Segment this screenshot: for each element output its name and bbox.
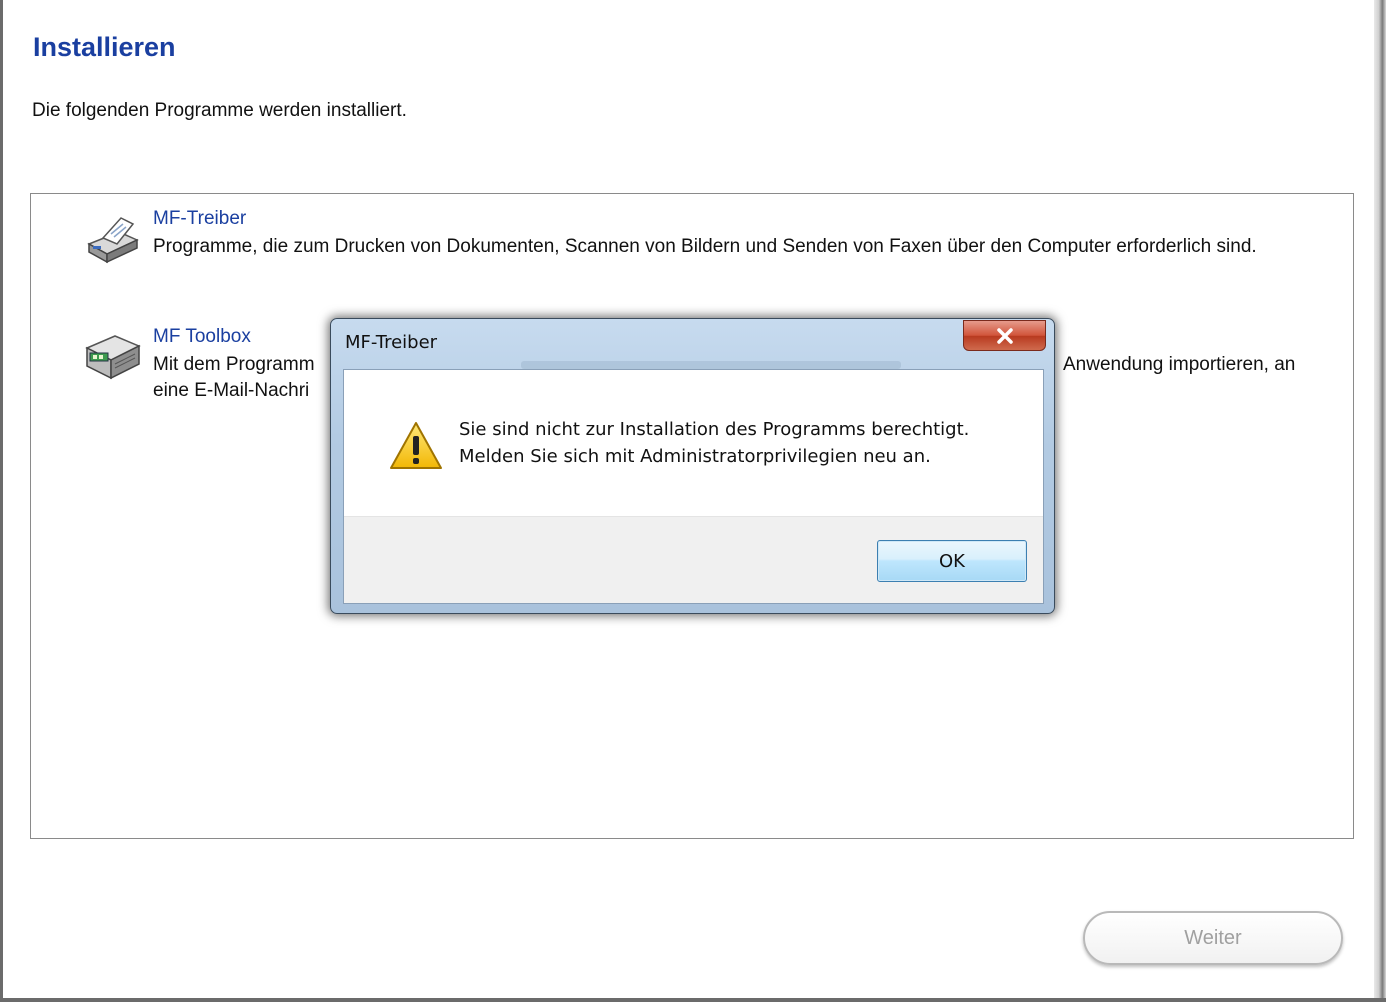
intro-text: Die folgenden Programme werden installie… (32, 100, 407, 121)
next-button[interactable]: Weiter (1083, 911, 1343, 965)
close-icon (996, 327, 1013, 344)
program-name: MF-Treiber (153, 208, 247, 229)
fax-scanner-icon (85, 335, 141, 380)
ok-button[interactable]: OK (877, 540, 1027, 582)
error-dialog: MF-Treiber Sie sind nicht zur Installati… (330, 318, 1055, 614)
window-frame-left (0, 0, 3, 1002)
dialog-title: MF-Treiber (345, 332, 438, 353)
printer-icon (87, 217, 139, 264)
dialog-content: Sie sind nicht zur Installation des Prog… (343, 369, 1044, 604)
close-button[interactable] (963, 320, 1046, 351)
window-frame-bottom (0, 998, 1386, 1002)
page-title: Installieren (33, 32, 176, 62)
warning-icon (390, 422, 442, 469)
program-description-left: Mit dem Programm (153, 354, 315, 375)
dialog-message-line2: Melden Sie sich mit Administratorprivile… (459, 446, 931, 467)
program-name: MF Toolbox (153, 326, 251, 347)
dialog-message-line1: Sie sind nicht zur Installation des Prog… (459, 419, 970, 440)
program-description: Programme, die zum Drucken von Dokumente… (153, 236, 1257, 257)
window-frame-right (1374, 0, 1386, 1002)
dialog-message: Sie sind nicht zur Installation des Prog… (459, 416, 969, 470)
program-description-right: Anwendung importieren, an (1063, 354, 1296, 375)
glass-blur (521, 361, 901, 369)
program-description-line2: eine E-Mail-Nachri (153, 380, 310, 401)
